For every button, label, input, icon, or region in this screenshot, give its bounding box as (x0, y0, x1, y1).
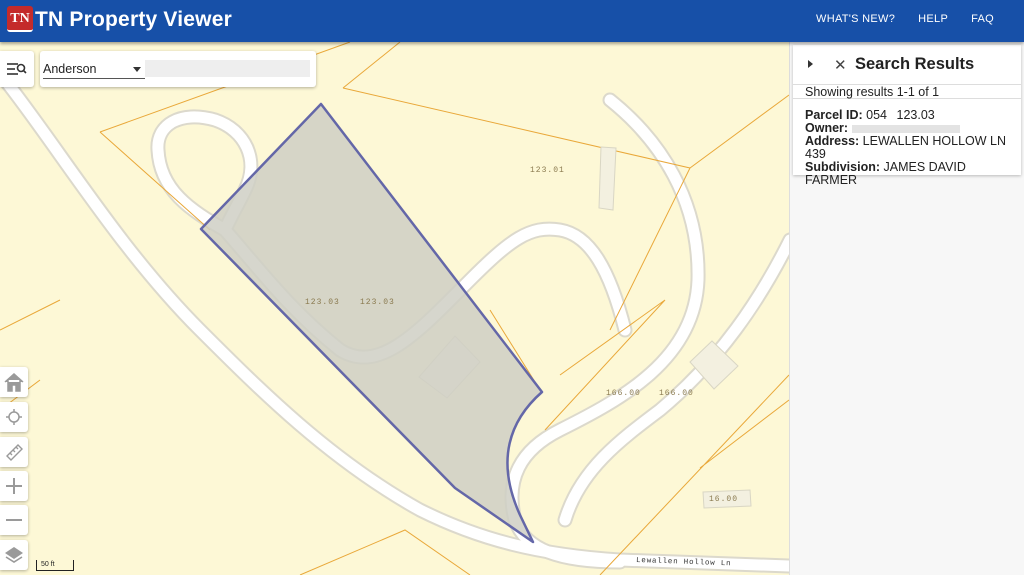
panel-header: ✕ Search Results (793, 45, 1021, 85)
parcel-label: 123.03 (360, 298, 395, 307)
results-count: Showing results 1-1 of 1 (805, 85, 940, 99)
parcel-id-value: 054 (866, 108, 888, 122)
map-canvas[interactable]: 123.01 123.03 123.03 166.00 166.00 16.00… (0, 42, 789, 575)
chevron-down-icon (133, 67, 141, 72)
close-icon[interactable]: ✕ (834, 58, 847, 73)
nav-help[interactable]: HELP (918, 13, 948, 25)
owner-label: Owner: (805, 121, 849, 135)
home-icon (4, 372, 24, 392)
nav-whats-new[interactable]: WHAT'S NEW? (816, 13, 895, 25)
owner-redacted (851, 124, 960, 133)
zoom-in-icon (6, 478, 22, 494)
app-header: TN TN Property Viewer WHAT'S NEW? HELP F… (0, 0, 1024, 42)
top-nav: WHAT'S NEW? HELP FAQ (816, 13, 994, 25)
panel-title: Search Results (855, 55, 975, 73)
search-box: Anderson (40, 51, 316, 87)
layers-icon (5, 547, 23, 563)
county-select[interactable]: Anderson (43, 59, 145, 79)
locate-icon (6, 409, 22, 425)
parcel-label: 166.00 (606, 389, 641, 398)
parcel-label: 16.00 (709, 495, 738, 504)
parcel-label: 166.00 (659, 389, 694, 398)
subdivision-label: Subdivision: (805, 160, 880, 174)
scale-bar: 50 ft (36, 560, 74, 571)
map-graphics: 123.01 123.03 123.03 166.00 166.00 16.00… (0, 42, 789, 575)
measure-icon (6, 444, 23, 461)
nav-faq[interactable]: FAQ (971, 13, 994, 25)
parcel-id-suffix: 123.03 (896, 108, 935, 122)
parcel-id-label: Parcel ID: (805, 108, 863, 122)
search-input[interactable] (145, 60, 310, 77)
layers-button[interactable] (0, 540, 28, 570)
zoom-out-button[interactable] (0, 505, 28, 535)
search-results-panel: ✕ Search Results Showing results 1-1 of … (793, 45, 1021, 187)
parcel-label: 123.01 (530, 166, 565, 175)
home-button[interactable] (0, 367, 28, 397)
zoom-in-button[interactable] (0, 471, 28, 501)
zoom-out-icon (6, 519, 22, 521)
parcel-label: 123.03 (305, 298, 340, 307)
scale-label: 50 ft (41, 561, 55, 568)
results-count-row: Showing results 1-1 of 1 (793, 85, 1021, 99)
address-label: Address: (805, 134, 860, 148)
app-title: TN Property Viewer (35, 8, 232, 31)
tn-logo: TN (7, 6, 33, 32)
county-value: Anderson (43, 62, 97, 76)
menu-button[interactable] (0, 51, 34, 87)
result-item[interactable]: Parcel ID: 054 123.03 Owner: Address: LE… (805, 109, 1021, 187)
locate-button[interactable] (0, 402, 28, 432)
measure-button[interactable] (0, 437, 28, 467)
search-menu-icon (7, 63, 27, 75)
collapse-icon[interactable] (808, 60, 813, 68)
